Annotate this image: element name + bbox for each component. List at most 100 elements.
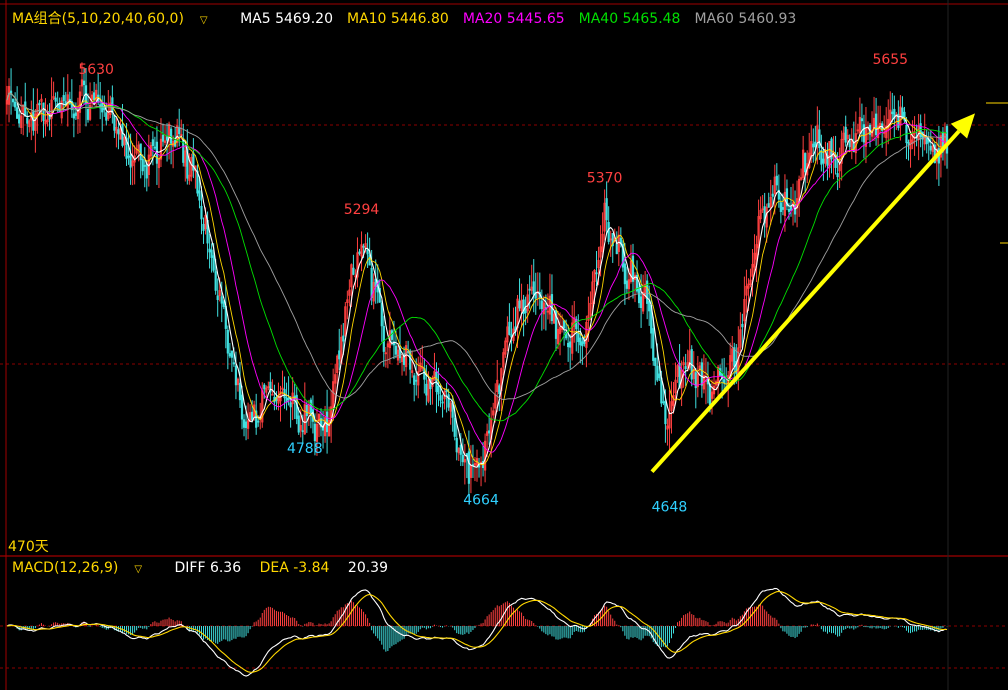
candle-body: [14, 101, 17, 108]
candle-body: [242, 419, 246, 428]
candle-body: [804, 153, 807, 173]
candle-body: [93, 92, 96, 100]
candle-body: [874, 113, 878, 136]
candle-body: [615, 243, 618, 255]
candle-body: [129, 154, 132, 168]
candle-body: [787, 209, 791, 212]
chart-background: [0, 0, 1008, 690]
candle-body: [789, 205, 793, 211]
candle-body: [581, 341, 584, 347]
candle-body: [929, 145, 932, 151]
candle-body: [238, 382, 242, 401]
candle-body: [121, 123, 124, 146]
candle-body: [528, 288, 531, 291]
candle-body: [775, 175, 778, 186]
candle-body: [652, 328, 655, 361]
candle-body: [459, 444, 462, 455]
candle-body: [212, 255, 215, 271]
candle-body: [309, 399, 312, 416]
candle-body: [222, 301, 225, 308]
candle-body: [127, 155, 130, 158]
candle-body: [508, 321, 511, 335]
chevron-down-icon: ▽: [199, 15, 208, 26]
candle-body: [257, 420, 260, 423]
candle-body: [925, 137, 928, 145]
candle-body: [202, 223, 205, 231]
candle-body: [518, 300, 521, 309]
candle-body: [342, 335, 345, 342]
candle-body: [656, 365, 659, 381]
kline-chart-stage: 5630 4788 5294 4664 5370 4648 5655 MA组合(5,10,2…: [0, 0, 1008, 690]
macd-value: 20.39: [347, 560, 389, 576]
candle-body: [263, 384, 266, 390]
candle-body: [439, 395, 442, 401]
candle-body: [169, 128, 173, 144]
candle-body: [595, 272, 598, 275]
candle-body: [623, 263, 626, 285]
price-annotation-low: 4664: [463, 493, 499, 509]
candle-body: [767, 203, 770, 208]
candle-body: [654, 357, 657, 366]
ma-legend-item: MA60 5460.93: [694, 11, 797, 27]
candle-body: [362, 245, 365, 248]
candle-body: [605, 198, 608, 221]
candle-body: [700, 362, 703, 386]
candle-body: [230, 350, 233, 358]
candle-body: [447, 394, 450, 408]
ma-legend-item: MA40 5465.48: [578, 11, 681, 27]
candle-body: [54, 97, 57, 102]
candle-body: [26, 117, 29, 124]
price-annotation-high: 5294: [344, 202, 380, 218]
candle-body: [607, 222, 610, 242]
candle-body: [24, 101, 27, 117]
ma-legend-item: MA5 5469.20: [240, 11, 333, 27]
candle-body: [524, 308, 527, 314]
candle-body: [741, 323, 744, 328]
kline-chart: 5630 4788 5294 4664 5370 4648 5655: [0, 0, 1008, 690]
candle-body: [848, 140, 851, 148]
candle-body: [648, 300, 651, 312]
macd-legend: MACD(12,26,9) ▽ DIFF 6.36 DEA -3.84 20.39: [12, 558, 402, 578]
candle-body: [101, 102, 104, 113]
candle-body: [453, 418, 456, 437]
macd-selector[interactable]: MACD(12,26,9) ▽: [12, 560, 156, 576]
candle-body: [141, 158, 144, 172]
candle-body: [74, 112, 77, 116]
price-annotation-high: 5370: [587, 171, 623, 187]
candle-body: [822, 158, 825, 164]
candle-body: [461, 454, 464, 463]
candle-body: [664, 400, 667, 425]
candle-body: [532, 281, 535, 295]
candle-body: [498, 385, 501, 395]
candle-body: [382, 326, 385, 352]
candle-body: [413, 375, 416, 385]
candle-body: [11, 98, 15, 103]
candle-body: [289, 402, 292, 408]
candle-body: [145, 163, 148, 179]
candle-body: [287, 397, 290, 401]
ma-legend-items: MA5 5469.20 MA10 5446.80 MA20 5445.65 MA40 …: [240, 11, 810, 27]
candle-body: [467, 451, 471, 484]
candle-body: [366, 249, 369, 255]
macd-dea: DEA -3.84: [259, 560, 330, 576]
price-annotation-low: 4788: [287, 441, 323, 457]
candle-body: [220, 296, 223, 304]
candle-body: [210, 249, 213, 258]
candle-body: [637, 287, 641, 304]
ma-legend: MA组合(5,10,20,40,60,0) ▽ MA5 5469.20 MA10 5…: [12, 9, 824, 29]
candle-body: [771, 193, 774, 197]
candle-body: [569, 341, 572, 348]
candle-body: [297, 415, 300, 433]
candle-body: [662, 401, 665, 404]
candle-body: [358, 251, 361, 254]
ma-combo-selector[interactable]: MA组合(5,10,20,40,60,0) ▽: [12, 11, 222, 27]
candle-body: [251, 411, 254, 421]
candle-body: [208, 248, 211, 253]
candle-body: [579, 337, 582, 346]
candle-body: [301, 430, 304, 433]
ma-legend-item: MA20 5445.65: [462, 11, 565, 27]
candle-body: [733, 347, 736, 367]
candle-body: [488, 430, 491, 434]
candle-body: [437, 386, 440, 395]
candle-body: [415, 379, 418, 382]
